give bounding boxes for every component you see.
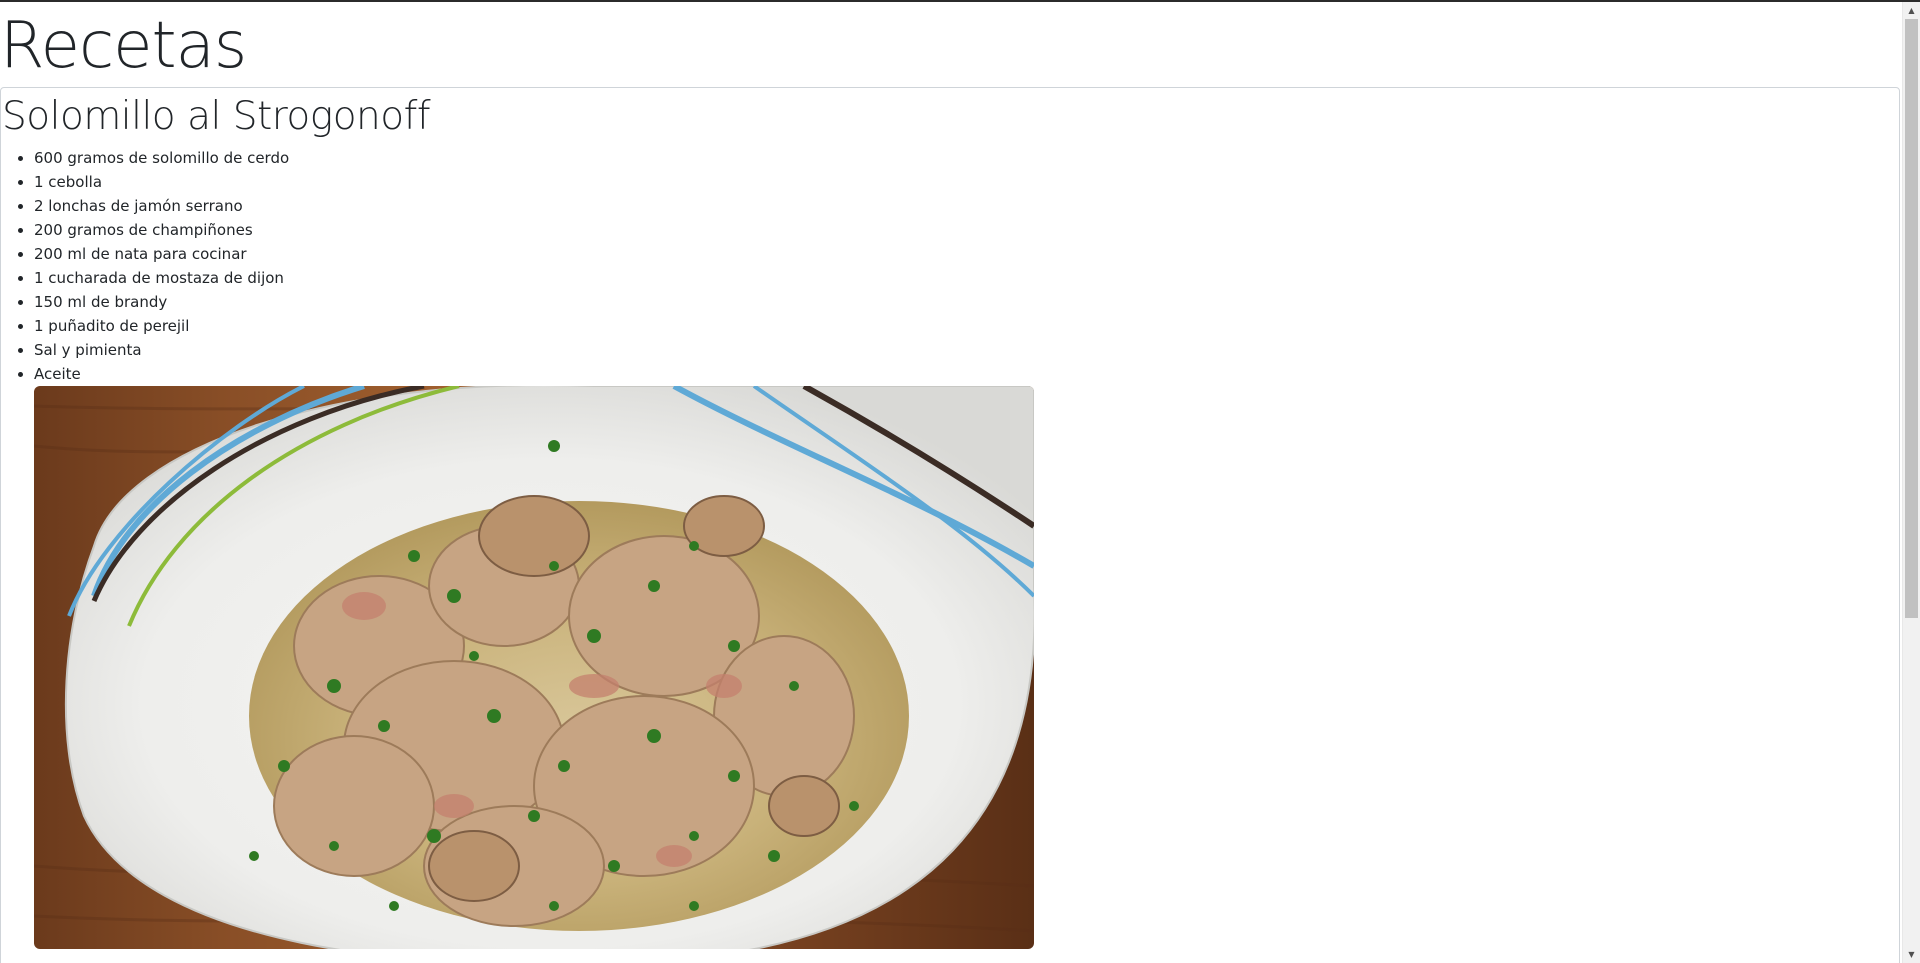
scroll-down-arrow-icon[interactable]: ▼ bbox=[1903, 946, 1920, 963]
ingredient-item: 1 cebolla bbox=[34, 170, 1034, 194]
ingredient-item: 600 gramos de solomillo de cerdo bbox=[34, 146, 1034, 170]
ingredient-item: 200 gramos de champiñones bbox=[34, 218, 1034, 242]
ingredient-item: 2 lonchas de jamón serrano bbox=[34, 194, 1034, 218]
ingredient-item: Aceite bbox=[34, 362, 1034, 386]
ingredient-item: 150 ml de brandy bbox=[34, 290, 1034, 314]
scroll-up-arrow-icon[interactable]: ▲ bbox=[1903, 2, 1920, 19]
ingredient-item: 200 ml de nata para cocinar bbox=[34, 242, 1034, 266]
ingredient-item: 1 cucharada de mostaza de dijon bbox=[34, 266, 1034, 290]
ingredients-list: 600 gramos de solomillo de cerdo 1 cebol… bbox=[1, 146, 1034, 949]
food-photo-icon bbox=[34, 386, 1034, 949]
ingredient-item: Sal y pimienta bbox=[34, 338, 1034, 362]
page: Recetas Solomillo al Strogonoff 600 gram… bbox=[0, 2, 1902, 963]
photo-list-item bbox=[34, 386, 1034, 949]
recipe-title: Solomillo al Strogonoff bbox=[2, 94, 431, 139]
page-title: Recetas bbox=[0, 9, 247, 83]
ingredient-item: 1 puñadito de perejil bbox=[34, 314, 1034, 338]
vertical-scrollbar[interactable]: ▲ ▼ bbox=[1902, 2, 1920, 963]
scrollbar-thumb[interactable] bbox=[1905, 19, 1918, 618]
recipe-photo bbox=[34, 386, 1034, 949]
recipe-card: Solomillo al Strogonoff 600 gramos de so… bbox=[0, 87, 1900, 963]
